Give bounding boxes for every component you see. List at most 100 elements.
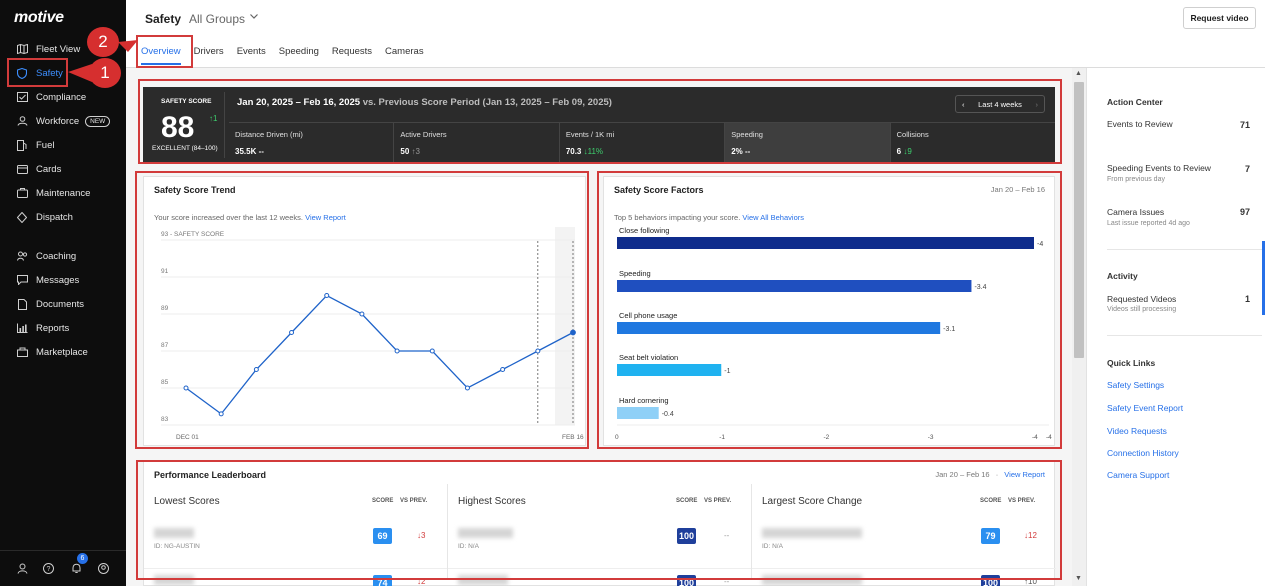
vs-prev-value: -- <box>724 577 730 586</box>
chevron-down-icon[interactable] <box>249 11 259 24</box>
metric-collisions[interactable]: Collisions 6 ↓9 <box>891 123 1055 162</box>
table-row[interactable]: ID: N/A 79 ↓12 <box>752 526 1056 560</box>
x-tick-label: -1 <box>719 434 725 441</box>
y-tick-label: 93 - SAFETY SCORE <box>161 231 225 238</box>
y-tick-label: 91 <box>161 268 169 275</box>
sidebar-item-label: Workforce <box>36 115 80 127</box>
tab-drivers[interactable]: Drivers <box>194 46 224 65</box>
table-row[interactable]: ID: N/A 100 -- <box>448 568 751 586</box>
trend-point <box>359 311 365 317</box>
factor-bar <box>617 280 972 292</box>
x-tick-label: 0 <box>615 434 619 441</box>
sidebar-item-dispatch[interactable]: Dispatch <box>10 207 116 227</box>
table-row[interactable]: ID: NG-AUSTIN 69 ↓3 <box>144 526 447 560</box>
score-period-range: Jan 20, 2025 – Feb 16, 2025 <box>237 97 361 108</box>
safety-score-box: SAFETY SCORE 88 ↑1 EXCELLENT (84–100) <box>147 92 225 158</box>
requested-videos-subtitle: Videos still processing <box>1107 306 1177 313</box>
metric-label: Events / 1K mi <box>565 130 615 139</box>
sidebar-item-label: Coaching <box>36 250 77 262</box>
scrollbar-thumb[interactable] <box>1074 82 1084 358</box>
card-icon <box>16 163 28 175</box>
metric-active-drivers[interactable]: Active Drivers 50 ↑3 <box>394 123 560 162</box>
chevron-left-icon[interactable]: ‹ <box>962 100 965 109</box>
metric-events[interactable]: Events / 1K mi 70.3 ↓11% <box>560 123 726 162</box>
metric-delta: ↓11% <box>583 147 604 156</box>
content-scrollbar[interactable]: ▲ ▼ <box>1072 68 1086 586</box>
vs-prev-value: ↑10 <box>1024 577 1037 586</box>
trend-line <box>185 294 574 415</box>
connection-history-link[interactable]: Connection History <box>1107 448 1179 458</box>
view-report-link[interactable]: View Report <box>1004 470 1045 479</box>
camera-support-link[interactable]: Camera Support <box>1107 470 1169 480</box>
sidebar-item-messages[interactable]: Messages <box>10 270 116 290</box>
sidebar-item-coaching[interactable]: Coaching <box>10 246 116 266</box>
metric-delta: -- <box>745 147 751 156</box>
events-to-review-link[interactable]: Events to Review <box>1107 119 1173 129</box>
sidebar-item-marketplace[interactable]: Marketplace <box>10 342 116 362</box>
tab-overview[interactable]: Overview <box>141 46 181 65</box>
group-selector[interactable]: All Groups <box>189 12 245 26</box>
sidebar-item-label: Reports <box>36 322 70 334</box>
score-badge: 74 <box>373 575 392 586</box>
vs-prev-value: ↓2 <box>417 577 426 586</box>
safety-event-report-link[interactable]: Safety Event Report <box>1107 403 1183 413</box>
bar-value-label: -3.4 <box>974 284 986 291</box>
safety-score-factors-card: Safety Score Factors Jan 20 – Feb 16 Top… <box>603 176 1055 446</box>
date-range-button[interactable]: ‹ Last 4 weeks › <box>955 95 1045 113</box>
video-requests-link[interactable]: Video Requests <box>1107 426 1167 436</box>
sidebar-item-workforce[interactable]: Workforce NEW <box>10 111 116 131</box>
account-icon[interactable] <box>97 563 109 575</box>
safety-settings-link[interactable]: Safety Settings <box>1107 380 1164 390</box>
activity-heading: Activity <box>1107 271 1138 281</box>
sidebar-item-label: Dispatch <box>36 211 73 223</box>
sidebar-item-fuel[interactable]: Fuel <box>10 135 116 155</box>
callout-1: 1 <box>89 58 121 88</box>
camera-issues-link[interactable]: Camera Issues <box>1107 207 1164 217</box>
metric-distance[interactable]: Distance Driven (mi) 35.5K -- <box>229 123 395 162</box>
vs-prev-value: ↓3 <box>417 531 426 540</box>
chevron-right-icon[interactable]: › <box>1036 100 1039 109</box>
sidebar-item-compliance[interactable]: Compliance <box>10 87 116 107</box>
table-row[interactable]: ID: N/A 100 ↑10 <box>752 568 1056 586</box>
sidebar-item-reports[interactable]: Reports <box>10 318 116 338</box>
bar-category-label: Speeding <box>619 269 651 278</box>
trend-point <box>183 385 189 391</box>
tab-cameras[interactable]: Cameras <box>385 46 424 65</box>
trend-point <box>500 367 506 372</box>
sidebar-item-documents[interactable]: Documents <box>10 294 116 314</box>
motive-logo[interactable]: motive <box>14 9 64 27</box>
trend-point <box>464 385 470 391</box>
metric-label: Active Drivers <box>400 130 447 139</box>
sidebar-item-maintenance[interactable]: Maintenance <box>10 183 116 203</box>
help-icon[interactable]: ? <box>42 563 54 575</box>
bell-icon[interactable] <box>70 563 82 575</box>
tab-speeding[interactable]: Speeding <box>279 46 319 65</box>
speeding-events-link[interactable]: Speeding Events to Review <box>1107 163 1211 173</box>
metric-value: 50 <box>400 147 410 156</box>
user-icon[interactable] <box>16 563 28 575</box>
column-title: Highest Scores <box>458 496 526 507</box>
sidebar-footer: ? 6 <box>0 550 126 586</box>
coaching-icon <box>16 250 28 262</box>
scroll-down-arrow-icon[interactable]: ▼ <box>1075 575 1082 582</box>
tab-requests[interactable]: Requests <box>332 46 372 65</box>
table-row[interactable]: ID: N/A 100 -- <box>448 526 751 560</box>
x-end-label: FEB 16 <box>562 434 584 441</box>
vs-prev-header: VS PREV. <box>704 498 732 504</box>
metric-delta: -- <box>258 147 264 156</box>
factor-bar <box>617 364 722 376</box>
tab-events[interactable]: Events <box>237 46 266 65</box>
request-video-button[interactable]: Request video <box>1183 7 1256 29</box>
divider <box>1107 335 1262 336</box>
messages-icon <box>16 274 28 286</box>
scroll-up-arrow-icon[interactable]: ▲ <box>1075 70 1082 77</box>
requested-videos-link[interactable]: Requested Videos <box>1107 294 1176 304</box>
metric-value: 35.5K <box>235 147 257 156</box>
table-row[interactable]: ID: N/A 74 ↓2 <box>144 568 447 586</box>
y-tick-label: 87 <box>161 342 169 349</box>
metrics-row: Distance Driven (mi) 35.5K -- Active Dri… <box>229 122 1055 162</box>
sidebar-item-cards[interactable]: Cards <box>10 159 116 179</box>
metric-speeding[interactable]: Speeding 2% -- <box>725 123 891 162</box>
sidebar-item-label: Safety <box>36 67 63 79</box>
recent-period-band <box>555 227 575 425</box>
